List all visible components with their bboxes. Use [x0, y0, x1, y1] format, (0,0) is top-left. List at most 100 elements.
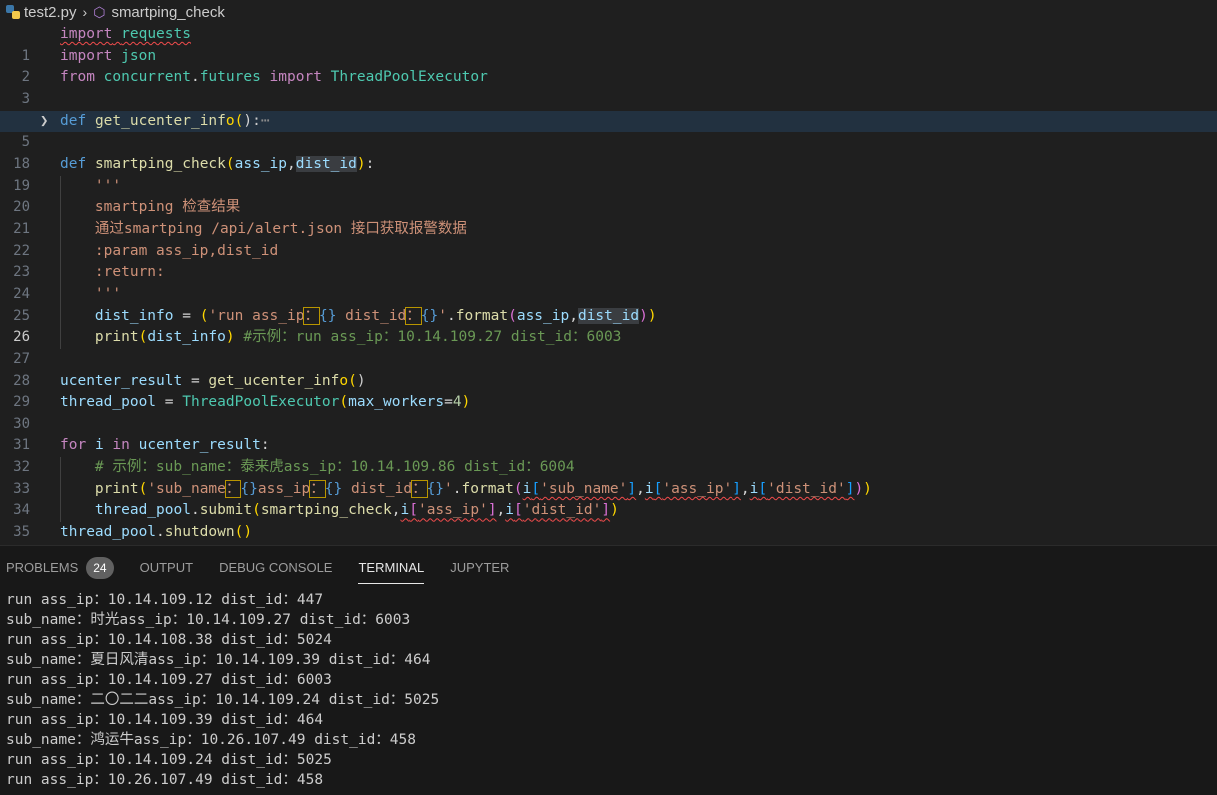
code-token: thread_pool [94, 502, 191, 519]
code-line[interactable]: 34 print('sub_name：{}ass_ip：{} dist_id：{… [0, 478, 1217, 518]
tab-jupyter[interactable]: JUPYTER [450, 546, 509, 590]
code-token: # 示例：sub_name：泰来虎ass_ip：10.14.109.86 dis… [94, 459, 575, 476]
code-line[interactable]: 3 from concurrent.futures import ThreadP… [0, 67, 1217, 107]
code-text: thread_pool.shutdown() [60, 522, 252, 544]
code-token: ass_ip [234, 155, 288, 172]
tab-label: DEBUG CONSOLE [219, 560, 333, 575]
code-line[interactable]: 29 ucenter_result = get_ucenter_info() [0, 371, 1217, 411]
code-token: . [190, 69, 200, 86]
code-token: ) [639, 307, 648, 324]
chevron-right-icon: › [82, 4, 88, 20]
code-line[interactable]: 24 :return: [0, 262, 1217, 302]
problems-count-badge: 24 [86, 557, 114, 579]
terminal-line: sub_name：夏日风清ass_ip：10.14.109.39 dist_id… [6, 652, 431, 668]
code-line[interactable]: 30 thread_pool = ThreadPoolExecutor(max_… [0, 392, 1217, 432]
python-file-icon [6, 5, 20, 19]
code-token: ThreadPoolExecutor [182, 394, 340, 411]
chevron-right-fold-icon[interactable]: ❯ [40, 111, 48, 133]
code-token: def [60, 112, 87, 129]
code-token: , [636, 480, 645, 497]
code-line[interactable]: 36 thread_pool.shutdown() [0, 522, 1217, 544]
code-line[interactable]: 35 thread_pool.submit(smartping_check,i[… [0, 500, 1217, 540]
breadcrumb-file[interactable]: test2.py [24, 4, 77, 21]
breadcrumb-symbol[interactable]: smartping_check [111, 4, 224, 21]
code-token: ] [732, 480, 741, 497]
code-line[interactable]: 1 import requests [0, 24, 1217, 64]
code-token: thread_pool [60, 394, 157, 411]
code-line[interactable]: 20 ''' [0, 175, 1217, 215]
code-token: ass_ip [516, 307, 570, 324]
code-token: ] [627, 480, 637, 497]
code-token: dist_info [94, 307, 174, 324]
code-token: smartping_check [94, 155, 226, 172]
code-token: i [644, 480, 654, 497]
tab-problems[interactable]: PROBLEMS 24 [6, 546, 114, 590]
code-token: 4 [452, 394, 462, 411]
code-line[interactable]: 33 # 示例：sub_name：泰来虎ass_ip：10.14.109.86 … [0, 457, 1217, 497]
code-token: 'sub_name [147, 480, 226, 497]
code-line[interactable]: 2 import json [0, 46, 1217, 86]
tab-label: TERMINAL [358, 560, 425, 575]
code-line[interactable]: 23 :param ass_ip,dist_id [0, 240, 1217, 280]
code-editor[interactable]: 1 import requests 2 import json 3 from c… [0, 24, 1217, 545]
code-text: # 示例：sub_name：泰来虎ass_ip：10.14.109.86 dis… [60, 457, 575, 479]
code-token: : [260, 437, 270, 454]
code-line[interactable]: 19 def smartping_check(ass_ip,dist_id): [0, 154, 1217, 194]
code-line-current[interactable]: 26 dist_info = ('run ass_ip：{} dist_id：{… [0, 305, 1217, 345]
code-text: :return: [60, 262, 165, 284]
code-token: ''' [94, 285, 122, 302]
code-token: ucenter_result [138, 437, 261, 454]
code-token: #示例：run ass_ip：10.14.109.27 dist_id：6003 [243, 329, 622, 346]
terminal-line: run ass_ip：10.26.107.49 dist_id：458 [6, 772, 324, 788]
code-token: max_workers [348, 394, 445, 411]
code-line-folded[interactable]: 5 ❯ def get_ucenter_info():⋯ [0, 110, 1217, 150]
code-token: o( [339, 372, 357, 389]
code-token: ) [647, 307, 657, 324]
terminal-line: run ass_ip：10.14.109.39 dist_id：464 [6, 712, 324, 728]
code-token: dist_id [577, 307, 640, 324]
code-token: : [365, 155, 375, 172]
tab-terminal[interactable]: TERMINAL [358, 546, 424, 590]
code-token: requests [121, 26, 191, 42]
bottom-panel: PROBLEMS 24 OUTPUT DEBUG CONSOLE TERMINA… [0, 545, 1217, 795]
code-line[interactable]: 18 [0, 132, 1217, 172]
code-line[interactable]: 22 通过smartping /api/alert.json 接口获取报警数据 [0, 218, 1217, 259]
code-line[interactable]: 27 print(dist_info) #示例：run ass_ip：10.14… [0, 327, 1217, 367]
code-token: ucenter_result [60, 372, 183, 389]
terminal-output[interactable]: run ass_ip：10.14.109.12 dist_id：447 sub_… [0, 590, 1217, 790]
code-line[interactable]: 28 [0, 349, 1217, 389]
code-token: dist_id [336, 307, 407, 324]
code-token: dist_id [295, 155, 357, 172]
code-token: :param ass_ip,dist_id [94, 242, 279, 259]
code-token: [ [531, 480, 541, 497]
folded-ellipsis[interactable]: ⋯ [261, 113, 270, 129]
code-token: 'dist_id' [767, 480, 846, 497]
code-line[interactable]: 4 [0, 89, 1217, 129]
code-token: 'sub_name' [540, 480, 628, 497]
code-token: {} [426, 480, 445, 497]
code-line[interactable]: 21 smartping 检查结果 [0, 197, 1217, 237]
code-line[interactable]: 25 ''' [0, 283, 1217, 324]
terminal-line: run ass_ip：10.14.109.12 dist_id：447 [6, 592, 324, 608]
code-line[interactable]: 31 [0, 414, 1217, 453]
tab-debug-console[interactable]: DEBUG CONSOLE [219, 546, 332, 590]
code-text: def smartping_check(ass_ip,dist_id): [60, 154, 374, 176]
code-text: import json [60, 46, 156, 68]
code-token: , [496, 502, 506, 519]
code-token: ) [356, 155, 366, 172]
code-token: ： [411, 479, 428, 498]
code-text: smartping 检查结果 [60, 197, 240, 219]
code-token: ( [138, 329, 148, 346]
tab-label: OUTPUT [139, 560, 194, 575]
code-line[interactable]: 32 for i in ucenter_result: [0, 435, 1217, 475]
code-token: ( [252, 502, 261, 519]
tab-output[interactable]: OUTPUT [140, 546, 193, 590]
